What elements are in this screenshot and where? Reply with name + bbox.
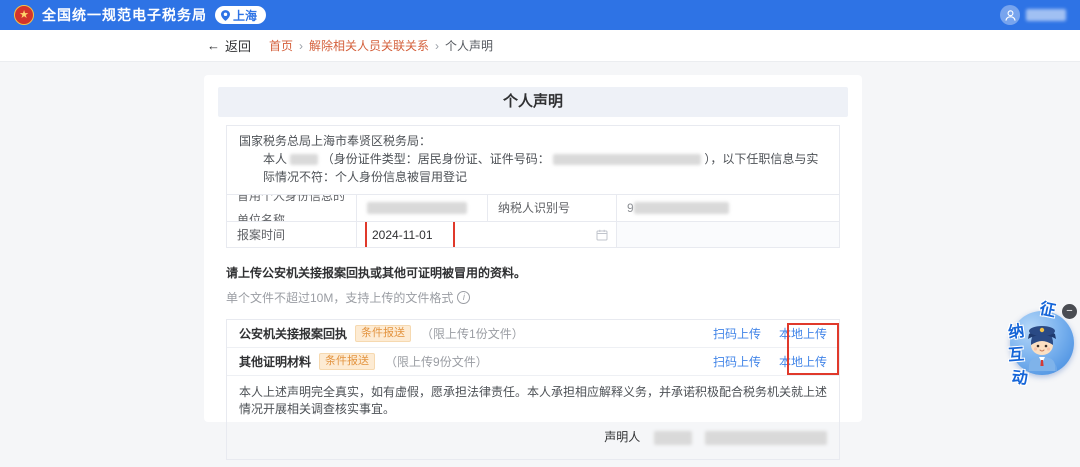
info-table: 冒用个人身份信息的单位名称 纳税人识别号 9 报案时间 2024-11-01 <box>227 194 839 247</box>
unit-name-value <box>356 195 487 221</box>
unit-name-label: 冒用个人身份信息的单位名称 <box>237 195 346 221</box>
page-body: 个人声明 国家税务总局上海市奉贤区税务局： 本人 （身份证件类型：居民身份证、证… <box>0 62 1080 467</box>
widget-char: 互 <box>1007 346 1025 365</box>
redacted-id-number <box>553 154 702 166</box>
report-date-label: 报案时间 <box>237 227 286 242</box>
table-row: 冒用个人身份信息的单位名称 纳税人识别号 9 <box>227 195 839 221</box>
breadcrumb-bar: ← 返回 首页 › 解除相关人员关联关系 › 个人声明 <box>0 30 1080 62</box>
back-label: 返回 <box>225 39 252 54</box>
breadcrumb-current: 个人声明 <box>445 39 494 53</box>
back-arrow-icon: ← <box>207 38 220 53</box>
top-header-bar: ★ 全国统一规范电子税务局 上海 <box>0 0 1080 30</box>
redacted-unit-name <box>367 202 467 214</box>
upload-size-hint-text: 单个文件不超过10M，支持上传的文件格式 <box>226 291 454 305</box>
annotation-box-date: 2024-11-01 <box>365 222 455 247</box>
breadcrumb-separator: › <box>435 38 440 53</box>
page-title: 个人声明 <box>218 87 848 117</box>
local-upload-link[interactable]: 本地上传 <box>779 325 827 342</box>
redacted-person-name <box>290 154 319 166</box>
taxpayer-id-label: 纳税人识别号 <box>487 195 616 221</box>
declaration-text: 国家税务总局上海市奉贤区税务局： 本人 （身份证件类型：居民身份证、证件号码： … <box>227 126 839 194</box>
conditional-submit-badge: 条件报送 <box>319 353 376 370</box>
location-pin-icon <box>221 9 230 21</box>
calendar-icon[interactable] <box>596 229 608 241</box>
upload-size-hint: 单个文件不超过10M，支持上传的文件格式 i <box>226 289 840 306</box>
breadcrumb-parent[interactable]: 解除相关人员关联关系 <box>309 37 429 54</box>
upload-box: 公安机关接报案回执 条件报送 （限上传1份文件） 扫码上传 本地上传 其他证明材… <box>226 319 840 460</box>
user-menu[interactable] <box>1000 5 1066 25</box>
declarant-row: 声明人 <box>227 422 839 459</box>
breadcrumb: 首页 › 解除相关人员关联关系 › 个人声明 <box>269 37 493 54</box>
declaration-salutation: 国家税务总局上海市奉贤区税务局： <box>239 134 432 148</box>
declarant-label: 声明人 <box>604 430 641 444</box>
upload-item-name: 其他证明材料 <box>239 355 312 369</box>
scan-upload-link[interactable]: 扫码上传 <box>713 325 761 342</box>
breadcrumb-home[interactable]: 首页 <box>269 37 293 54</box>
user-avatar-icon <box>1000 5 1020 25</box>
minimize-widget-button[interactable]: − <box>1062 304 1077 319</box>
redacted-declarant-info <box>705 430 827 445</box>
upload-limit: （限上传9份文件） <box>385 355 488 369</box>
upload-item-name: 公安机关接报案回执 <box>239 327 348 341</box>
upload-instruction: 请上传公安机关接报案回执或其他可证明被冒用的资料。 <box>226 266 527 280</box>
breadcrumb-separator: › <box>299 38 304 53</box>
table-row: 报案时间 2024-11-01 <box>227 221 839 247</box>
declaration-body: 本人 （身份证件类型：居民身份证、证件号码： ），以下任职信息与实际情况不符：个… <box>239 150 827 186</box>
location-badge[interactable]: 上海 <box>215 6 267 24</box>
taxpayer-id-prefix: 9 <box>627 201 634 215</box>
location-label: 上海 <box>233 8 258 23</box>
declaration-body-mid: （身份证件类型：居民身份证、证件号码： <box>321 152 550 166</box>
widget-char: 纳 <box>1007 322 1026 343</box>
brand-area: ★ 全国统一规范电子税务局 上海 <box>14 5 267 25</box>
scan-upload-link[interactable]: 扫码上传 <box>713 353 761 370</box>
declaration-form-box: 国家税务总局上海市奉贤区税务局： 本人 （身份证件类型：居民身份证、证件号码： … <box>226 125 840 248</box>
upload-row-other-proof: 其他证明材料 条件报送 （限上传9份文件） 扫码上传 本地上传 <box>227 348 839 376</box>
empty-cell <box>616 222 839 247</box>
app-title: 全国统一规范电子税务局 <box>42 7 207 23</box>
redacted-declarant-name <box>653 430 692 445</box>
back-button[interactable]: ← 返回 <box>207 36 251 55</box>
report-date-value[interactable]: 2024-11-01 <box>372 228 433 242</box>
declaration-body-prefix: 本人 <box>263 152 288 166</box>
upload-limit: （限上传1份文件） <box>421 327 524 341</box>
upload-row-police-receipt: 公安机关接报案回执 条件报送 （限上传1份文件） 扫码上传 本地上传 <box>227 320 839 348</box>
widget-char: 动 <box>1010 369 1029 388</box>
interaction-widget[interactable]: 征 纳 互 动 − <box>1007 294 1080 390</box>
info-icon[interactable]: i <box>457 291 471 304</box>
report-date-field[interactable]: 2024-11-01 <box>356 222 616 247</box>
redacted-taxpayer-id <box>633 202 729 214</box>
redacted-username <box>1026 9 1066 21</box>
declaration-card: 个人声明 国家税务总局上海市奉贤区税务局： 本人 （身份证件类型：居民身份证、证… <box>204 75 862 460</box>
conditional-submit-badge: 条件报送 <box>355 325 412 342</box>
taxpayer-id-value: 9 <box>616 195 839 221</box>
local-upload-link[interactable]: 本地上传 <box>779 353 827 370</box>
national-emblem-icon: ★ <box>14 5 34 25</box>
commitment-text: 本人上述声明完全真实，如有虚假，愿承担法律责任。本人承担相应解释义务，并承诺积极… <box>239 385 828 416</box>
